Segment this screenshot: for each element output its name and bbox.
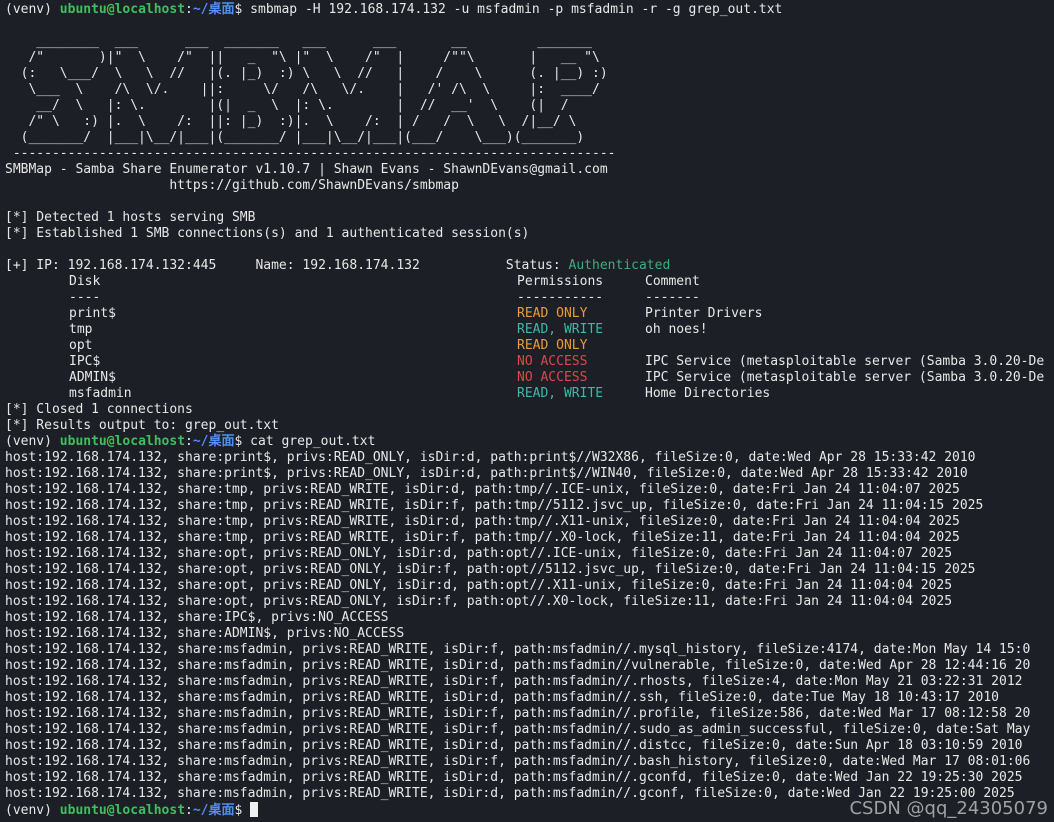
grep-output-line: host:192.168.174.132, share:opt, privs:R… [5, 546, 953, 561]
user-host: ubuntu@localhost [59, 434, 186, 449]
grep-output-line: host:192.168.174.132, share:opt, privs:R… [5, 562, 976, 577]
established-message: [*] Established 1 SMB connections(s) and… [5, 226, 530, 241]
results-message: [*] Results output to: grep_out.txt [5, 418, 279, 433]
share-table-header: Disk Permissions Comment [5, 274, 1049, 290]
share-permission: READ ONLY [517, 306, 588, 321]
venv-label: (venv) [5, 2, 60, 17]
prompt-symbol: $ [234, 2, 251, 17]
banner-title: SMBMap - Samba Share Enumerator v1.10.7 … [5, 162, 608, 177]
share-permission: READ, WRITE [517, 386, 604, 401]
share-table-rows: print$ READ ONLY Printer Drivers tmp READ, W… [5, 306, 1049, 402]
prompt-symbol: $ [234, 434, 251, 449]
grep-output-line: host:192.168.174.132, share:msfadmin, pr… [5, 658, 1031, 673]
status-value: Authenticated [568, 258, 671, 273]
command-smbmap: smbmap -H 192.168.174.132 -u msfadmin -p… [250, 2, 783, 17]
prompt-symbol: $ [234, 803, 251, 818]
prompt-separator: : [185, 803, 193, 818]
grep-output-line: host:192.168.174.132, share:msfadmin, pr… [5, 722, 1031, 737]
grep-output-line: host:192.168.174.132, share:msfadmin, pr… [5, 738, 1023, 753]
smbmap-banner: ________ ___ ___ _______ ___ ___ __ ____… [5, 18, 1049, 162]
share-disk: opt [69, 338, 93, 353]
share-permission: NO ACCESS [517, 370, 588, 385]
prompt-line-2: (venv) ubuntu@localhost:~/桌面$ cat grep_o… [5, 434, 1049, 450]
grep-output-line: host:192.168.174.132, share:IPC$, privs:… [5, 610, 389, 625]
banner-url: https://github.com/ShawnDEvans/smbmap [5, 178, 459, 193]
share-comment: oh noes! [645, 322, 708, 337]
grep-output: host:192.168.174.132, share:print$, priv… [5, 450, 1049, 802]
venv-label: (venv) [5, 434, 60, 449]
closed-message: [*] Closed 1 connections [5, 402, 193, 417]
grep-output-line: host:192.168.174.132, share:msfadmin, pr… [5, 706, 1031, 721]
terminal-window[interactable]: (venv) ubuntu@localhost:~/桌面$ smbmap -H … [0, 0, 1054, 822]
permissions-underline: ----------- [517, 290, 604, 305]
banner-art-line: (: \___/ \ \ // |(. |_) :) \ \ // | / \ … [5, 66, 608, 81]
share-row: tmp READ, WRITE oh noes! [5, 322, 1049, 338]
host-ip: [+] IP: 192.168.174.132:445 Name: 192.16… [5, 258, 506, 273]
disk-underline: ---- [69, 290, 101, 305]
share-disk: print$ [69, 306, 116, 321]
grep-output-line: host:192.168.174.132, share:tmp, privs:R… [5, 498, 984, 513]
grep-output-line: host:192.168.174.132, share:opt, privs:R… [5, 578, 953, 593]
host-info-line: [+] IP: 192.168.174.132:445 Name: 192.16… [5, 258, 1049, 274]
grep-output-line: host:192.168.174.132, share:msfadmin, pr… [5, 690, 999, 705]
grep-output-line: host:192.168.174.132, share:msfadmin, pr… [5, 770, 1023, 785]
comment-underline: ------- [645, 290, 700, 305]
text-cursor[interactable] [250, 802, 259, 817]
status-label: Status: [505, 258, 569, 273]
prompt-path: ~/桌面 [192, 434, 235, 449]
grep-output-line: host:192.168.174.132, share:opt, privs:R… [5, 594, 953, 609]
grep-output-line: host:192.168.174.132, share:tmp, privs:R… [5, 514, 960, 529]
comment-header: Comment [645, 274, 700, 289]
grep-output-line: host:192.168.174.132, share:msfadmin, pr… [5, 754, 1031, 769]
user-host: ubuntu@localhost [59, 803, 186, 818]
share-disk: msfadmin [69, 386, 132, 401]
banner-art-line: \___ \ /\ \/. ||: \/ /\ \/. | /' /\ \ |:… [5, 82, 600, 97]
prompt-separator: : [185, 2, 193, 17]
user-host: ubuntu@localhost [59, 2, 186, 17]
share-comment: Home Directories [645, 386, 771, 401]
grep-output-line: host:192.168.174.132, share:msfadmin, pr… [5, 642, 1031, 657]
permissions-header: Permissions [517, 274, 604, 289]
share-row: msfadmin READ, WRITE Home Directories [5, 386, 1049, 402]
banner-art-line: ----------------------------------------… [5, 146, 616, 161]
share-disk: tmp [69, 322, 93, 337]
command-cat: cat grep_out.txt [250, 434, 376, 449]
share-comment: IPC Service (metasploitable server (Samb… [645, 370, 1045, 385]
share-permission: NO ACCESS [517, 354, 588, 369]
grep-output-line: host:192.168.174.132, share:tmp, privs:R… [5, 482, 960, 497]
disk-header: Disk [69, 274, 101, 289]
share-row: opt READ ONLY [5, 338, 1049, 354]
banner-art-line: /" \ :) |. \ /: ||: |_) :)|. \ /: | / / … [5, 114, 577, 129]
share-permission: READ ONLY [517, 338, 588, 353]
prompt-line-1: (venv) ubuntu@localhost:~/桌面$ smbmap -H … [5, 2, 1049, 18]
prompt-path: ~/桌面 [192, 803, 235, 818]
banner-art-line [5, 18, 1049, 34]
share-comment: Printer Drivers [645, 306, 763, 321]
grep-output-line: host:192.168.174.132, share:msfadmin, pr… [5, 674, 1023, 689]
share-disk: IPC$ [69, 354, 101, 369]
share-row: ADMIN$ NO ACCESS IPC Service (metasploitab… [5, 370, 1049, 386]
share-row: IPC$ NO ACCESS IPC Service (metasploitable… [5, 354, 1049, 370]
prompt-separator: : [185, 434, 193, 449]
detected-message: [*] Detected 1 hosts serving SMB [5, 210, 256, 225]
share-table-underline: ---- ----------- ------- [5, 290, 1049, 306]
venv-label: (venv) [5, 803, 60, 818]
grep-output-line: host:192.168.174.132, share:print$, priv… [5, 450, 976, 465]
share-row: print$ READ ONLY Printer Drivers [5, 306, 1049, 322]
share-comment: IPC Service (metasploitable server (Samb… [645, 354, 1045, 369]
grep-output-line: host:192.168.174.132, share:ADMIN$, priv… [5, 626, 405, 641]
grep-output-line: host:192.168.174.132, share:tmp, privs:R… [5, 530, 960, 545]
banner-art-line: __/ \ |: \. |(| _ \ |: \. | // __' \ (| … [5, 98, 569, 113]
prompt-path: ~/桌面 [192, 2, 235, 17]
share-permission: READ, WRITE [517, 322, 604, 337]
share-disk: ADMIN$ [69, 370, 116, 385]
banner-art-line: (_______/ |___|\__/|___|(_______/ |___|\… [5, 130, 585, 145]
watermark: CSDN @qq_24305079 [849, 798, 1048, 819]
banner-art-line: ________ ___ ___ _______ ___ ___ __ ____… [5, 34, 592, 49]
grep-output-line: host:192.168.174.132, share:print$, priv… [5, 466, 968, 481]
banner-art-line: /" )|" \ /" || _ "\ |" \ /" | /""\ | __ … [5, 50, 600, 65]
